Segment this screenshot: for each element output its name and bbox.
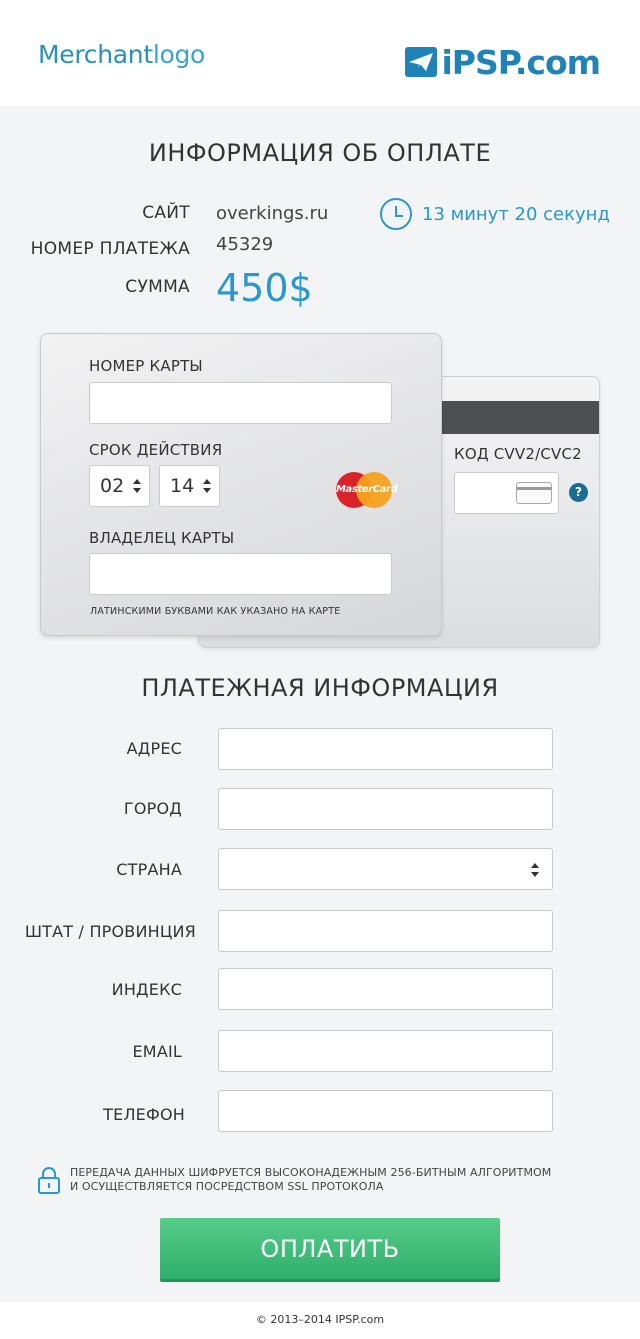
city-label: ГОРОД [123, 799, 182, 818]
cvv-label: КОД CVV2/CVC2 [454, 445, 582, 463]
lock-icon [38, 1167, 60, 1194]
payment-number-value: 45329 [216, 234, 274, 255]
site-value: overkings.ru [216, 203, 329, 224]
timer-text: 13 минут 20 секунд [422, 203, 610, 225]
phone-label: ТЕЛЕФОН [103, 1105, 185, 1124]
help-icon[interactable]: ? [569, 483, 588, 502]
merchant-logo-light: logo [152, 40, 206, 69]
expiry-label: СРОК ДЕЙСТВИЯ [89, 441, 223, 459]
footer: © 2013–2014 IPSP.com [0, 1302, 640, 1339]
expiry-month-select[interactable]: 02 [89, 465, 150, 507]
amount-value: 450$ [216, 266, 313, 310]
ipsp-logo[interactable]: iPSP.com [405, 42, 601, 82]
security-note: ПЕРЕДАЧА ДАННЫХ ШИФРУЕТСЯ ВЫСОКОНАДЕЖНЫМ… [38, 1166, 551, 1194]
timer: 13 минут 20 секунд [380, 198, 610, 230]
select-arrows-icon [203, 479, 211, 493]
zip-input[interactable] [218, 968, 553, 1010]
state-label: ШТАТ / ПРОВИНЦИЯ [24, 922, 196, 941]
expiry-year-value: 14 [170, 475, 195, 497]
card-number-input[interactable] [89, 382, 392, 424]
holder-hint: ЛАТИНСКИМИ БУКВАМИ КАК УКАЗАНО НА КАРТЕ [90, 606, 341, 617]
city-input[interactable] [218, 788, 553, 830]
holder-input[interactable] [89, 553, 392, 595]
mastercard-logo: MasterCard [336, 472, 398, 508]
amount-label: СУММА [125, 277, 190, 297]
clock-icon [380, 198, 412, 230]
footer-copyright: © 2013–2014 IPSP.com [255, 1313, 385, 1326]
paper-plane-icon [405, 47, 438, 77]
merchant-logo[interactable]: Merchantlogo [38, 40, 205, 69]
card-cvv-icon [516, 482, 552, 504]
select-arrows-icon [531, 863, 539, 877]
brand-name: iPSP.com [441, 42, 601, 82]
header: Merchantlogo iPSP.com [0, 0, 640, 106]
pay-button[interactable]: ОПЛАТИТЬ [160, 1218, 500, 1282]
billing-title: ПЛАТЕЖНАЯ ИНФОРМАЦИЯ [141, 674, 499, 702]
payment-info-title: ИНФОРМАЦИЯ ОБ ОПЛАТЕ [148, 139, 492, 167]
holder-label: ВЛАДЕЛЕЦ КАРТЫ [89, 529, 235, 547]
card-number-label: НОМЕР КАРТЫ [89, 357, 203, 375]
expiry-month-value: 02 [100, 475, 125, 497]
address-label: АДРЕС [126, 739, 182, 758]
security-line-2: И ОСУЩЕСТВЛЯЕТСЯ ПОСРЕДСТВОМ SSL ПРОТОКО… [70, 1180, 384, 1193]
site-label: САЙТ [142, 203, 190, 223]
phone-input[interactable] [218, 1090, 553, 1132]
merchant-logo-bold: Merchant [38, 40, 153, 69]
mastercard-text: MasterCard [336, 484, 398, 495]
select-arrows-icon [133, 479, 141, 493]
country-label: СТРАНА [116, 860, 182, 879]
country-select[interactable] [218, 848, 553, 890]
zip-label: ИНДЕКС [111, 980, 182, 999]
address-input[interactable] [218, 728, 553, 770]
expiry-year-select[interactable]: 14 [159, 465, 220, 507]
state-input[interactable] [218, 910, 553, 952]
email-input[interactable] [218, 1030, 553, 1072]
security-line-1: ПЕРЕДАЧА ДАННЫХ ШИФРУЕТСЯ ВЫСОКОНАДЕЖНЫМ… [70, 1166, 552, 1179]
payment-number-label: НОМЕР ПЛАТЕЖА [30, 239, 190, 259]
email-label: EMAIL [132, 1042, 182, 1061]
